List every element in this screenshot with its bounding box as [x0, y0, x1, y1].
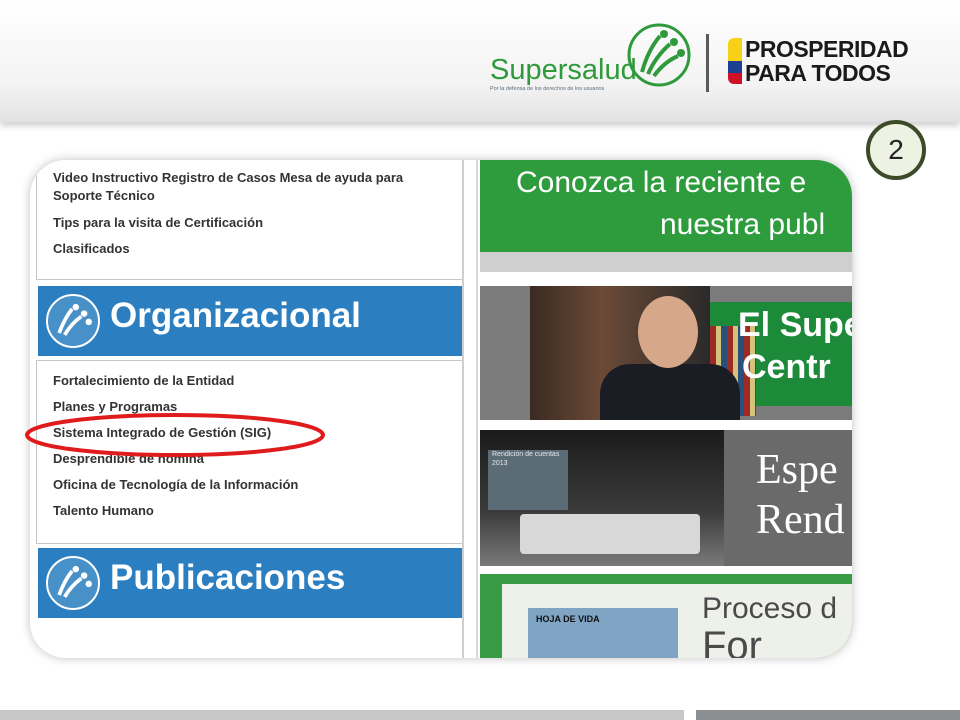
banner-publicacion[interactable]: Conozca la reciente e nuestra publ [480, 160, 852, 272]
person-suit [600, 364, 740, 420]
column-divider [476, 160, 478, 658]
column-divider [462, 160, 464, 658]
supersalud-wordmark: Supersalud [490, 54, 637, 86]
banner-superintendente-line2: Centr [742, 348, 831, 386]
banner-superintendente[interactable]: El Supe Centr [480, 286, 852, 420]
prosperidad-line2: PARA TODOS [745, 60, 891, 86]
banner-rendicion-line2: Rend [756, 497, 845, 543]
colombia-flag-icon [728, 38, 742, 84]
top-links-box: Video Instructivo Registro de Casos Mesa… [36, 160, 464, 280]
footer-bar-right [696, 710, 960, 720]
banner-proceso-formacion[interactable]: HOJA DE VIDA Proceso d For [480, 574, 852, 658]
stage-platform [520, 514, 700, 554]
banner-superintendente-line1: El Supe [738, 306, 852, 344]
portal-screenshot: Video Instructivo Registro de Casos Mesa… [30, 160, 852, 658]
link-video-instructivo[interactable]: Video Instructivo Registro de Casos Mesa… [53, 169, 453, 205]
banner-proceso-line2: For [702, 624, 762, 658]
prosperidad-logo: PROSPERIDAD PARA TODOS [728, 36, 938, 88]
highlight-ellipse [25, 413, 325, 457]
supersalud-emblem-icon [46, 556, 100, 610]
stage-screen-line2: 2013 [492, 460, 508, 467]
supersalud-emblem-icon [627, 23, 691, 87]
banner-rendicion-line1: Espe [756, 447, 838, 493]
publicaciones-banner[interactable]: Publicaciones [38, 548, 462, 618]
hoja-de-vida-label: HOJA DE VIDA [536, 614, 600, 624]
banner-publicacion-line1: Conozca la reciente e [516, 166, 807, 199]
superintendente-photo [530, 286, 756, 420]
link-fortalecimiento[interactable]: Fortalecimiento de la Entidad [53, 373, 234, 388]
footer-bar-left [0, 710, 684, 720]
supersalud-logo: Supersalud Por la defensa de los derecho… [488, 23, 698, 96]
link-oficina-tecnologia[interactable]: Oficina de Tecnología de la Información [53, 477, 298, 492]
stage-screen-text: Rendición de cuentas 2013 [492, 450, 559, 468]
link-tips-certificacion[interactable]: Tips para la visita de Certificación [53, 215, 263, 230]
organizacional-banner[interactable]: Organizacional [38, 286, 462, 356]
banner-proceso-line1: Proceso d [702, 592, 838, 625]
organizacional-title: Organizacional [110, 296, 361, 335]
supersalud-tagline: Por la defensa de los derechos de los us… [490, 86, 605, 92]
link-clasificados[interactable]: Clasificados [53, 241, 130, 256]
stage-screen-line1: Rendición de cuentas [492, 451, 560, 458]
header-divider [706, 34, 709, 92]
person-head [638, 296, 698, 368]
prosperidad-line1: PROSPERIDAD [745, 36, 909, 62]
banner-rendicion-cuentas[interactable]: Rendición de cuentas 2013 Espe Rend [480, 430, 852, 566]
link-talento-humano[interactable]: Talento Humano [53, 503, 154, 518]
banner-footer-bar [480, 252, 852, 272]
publicaciones-title: Publicaciones [110, 558, 346, 597]
slide-header: Supersalud Por la defensa de los derecho… [0, 0, 960, 122]
page-number-badge: 2 [866, 120, 926, 180]
banner-publicacion-line2: nuestra publ [660, 208, 826, 241]
rendicion-event-photo: Rendición de cuentas 2013 [480, 430, 724, 566]
supersalud-emblem-icon [46, 294, 100, 348]
